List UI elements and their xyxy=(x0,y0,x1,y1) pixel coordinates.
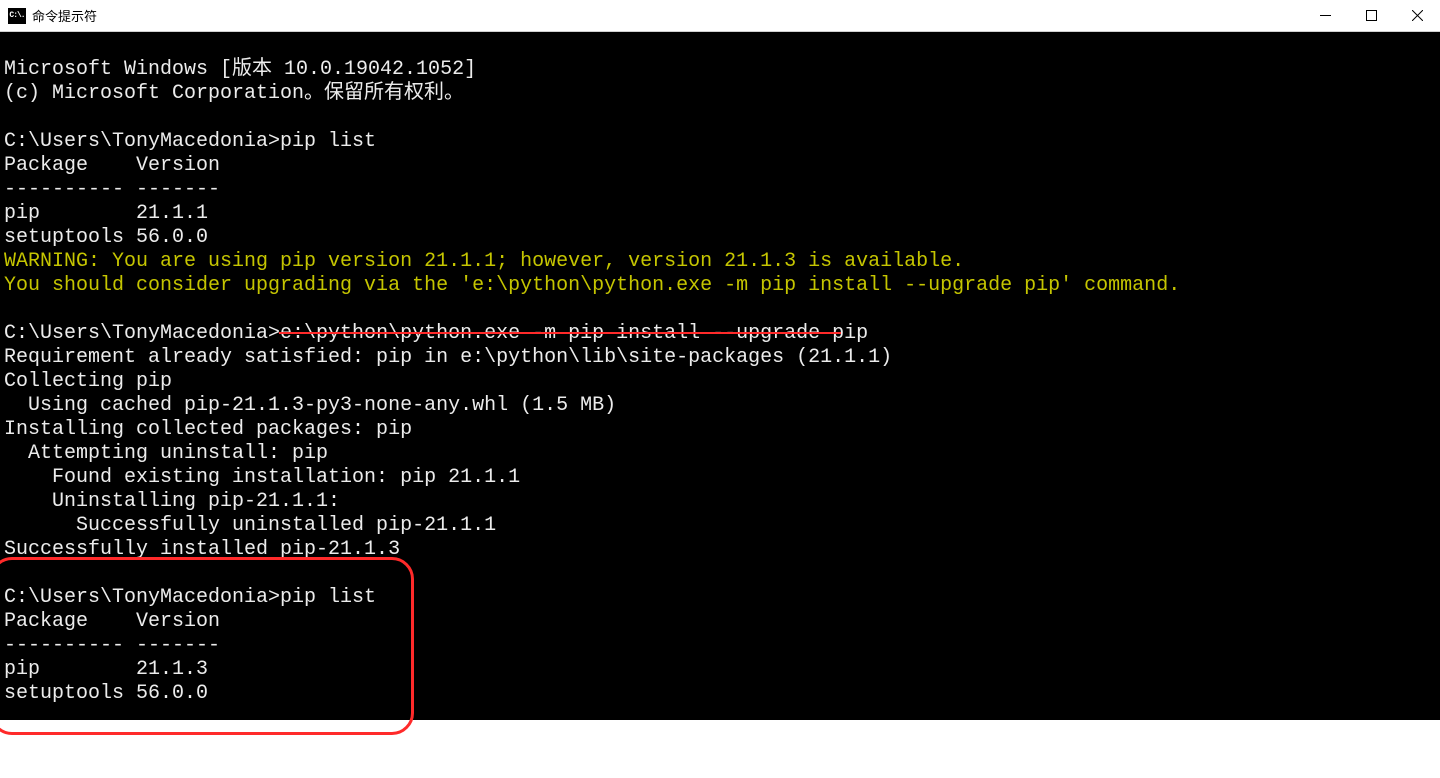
banner-line: Microsoft Windows [版本 10.0.19042.1052] xyxy=(4,58,476,81)
prompt-path: C:\Users\TonyMacedonia> xyxy=(4,130,280,153)
output-line: Installing collected packages: pip xyxy=(4,418,412,441)
table-header: Package Version xyxy=(4,610,220,633)
prompt-command: pip list xyxy=(280,586,376,609)
terminal-output[interactable]: Microsoft Windows [版本 10.0.19042.1052] (… xyxy=(0,32,1440,720)
window-controls xyxy=(1302,0,1440,30)
minimize-button[interactable] xyxy=(1302,0,1348,30)
prompt-command: e:\python\python.exe -m pip install --up… xyxy=(280,322,868,345)
warning-line: You should consider upgrading via the 'e… xyxy=(4,274,1180,297)
output-line: Found existing installation: pip 21.1.1 xyxy=(4,466,520,489)
window-title: 命令提示符 xyxy=(32,6,97,25)
table-header: Package Version xyxy=(4,154,220,177)
banner-line: (c) Microsoft Corporation。保留所有权利。 xyxy=(4,82,464,105)
maximize-button[interactable] xyxy=(1348,0,1394,30)
close-button[interactable] xyxy=(1394,0,1440,30)
table-row: pip 21.1.3 xyxy=(4,658,208,681)
minimize-icon xyxy=(1320,10,1331,21)
table-row: setuptools 56.0.0 xyxy=(4,682,208,705)
table-rule: ---------- ------- xyxy=(4,634,220,657)
table-rule: ---------- ------- xyxy=(4,178,220,201)
prompt-path: C:\Users\TonyMacedonia> xyxy=(4,586,280,609)
output-line: Requirement already satisfied: pip in e:… xyxy=(4,346,892,369)
output-line: Collecting pip xyxy=(4,370,172,393)
output-line: Successfully uninstalled pip-21.1.1 xyxy=(4,514,496,537)
close-icon xyxy=(1412,10,1423,21)
output-line: Successfully installed pip-21.1.3 xyxy=(4,538,400,561)
output-line: Using cached pip-21.1.3-py3-none-any.whl… xyxy=(4,394,616,417)
warning-line: WARNING: You are using pip version 21.1.… xyxy=(4,250,964,273)
prompt-command: pip list xyxy=(280,130,376,153)
table-row: pip 21.1.1 xyxy=(4,202,208,225)
cmd-icon: C:\. xyxy=(8,8,26,24)
table-row: setuptools 56.0.0 xyxy=(4,226,208,249)
output-line: Uninstalling pip-21.1.1: xyxy=(4,490,340,513)
prompt-path: C:\Users\TonyMacedonia> xyxy=(4,322,280,345)
window-titlebar[interactable]: C:\. 命令提示符 xyxy=(0,0,1440,32)
output-line: Attempting uninstall: pip xyxy=(4,442,328,465)
maximize-icon xyxy=(1366,10,1377,21)
